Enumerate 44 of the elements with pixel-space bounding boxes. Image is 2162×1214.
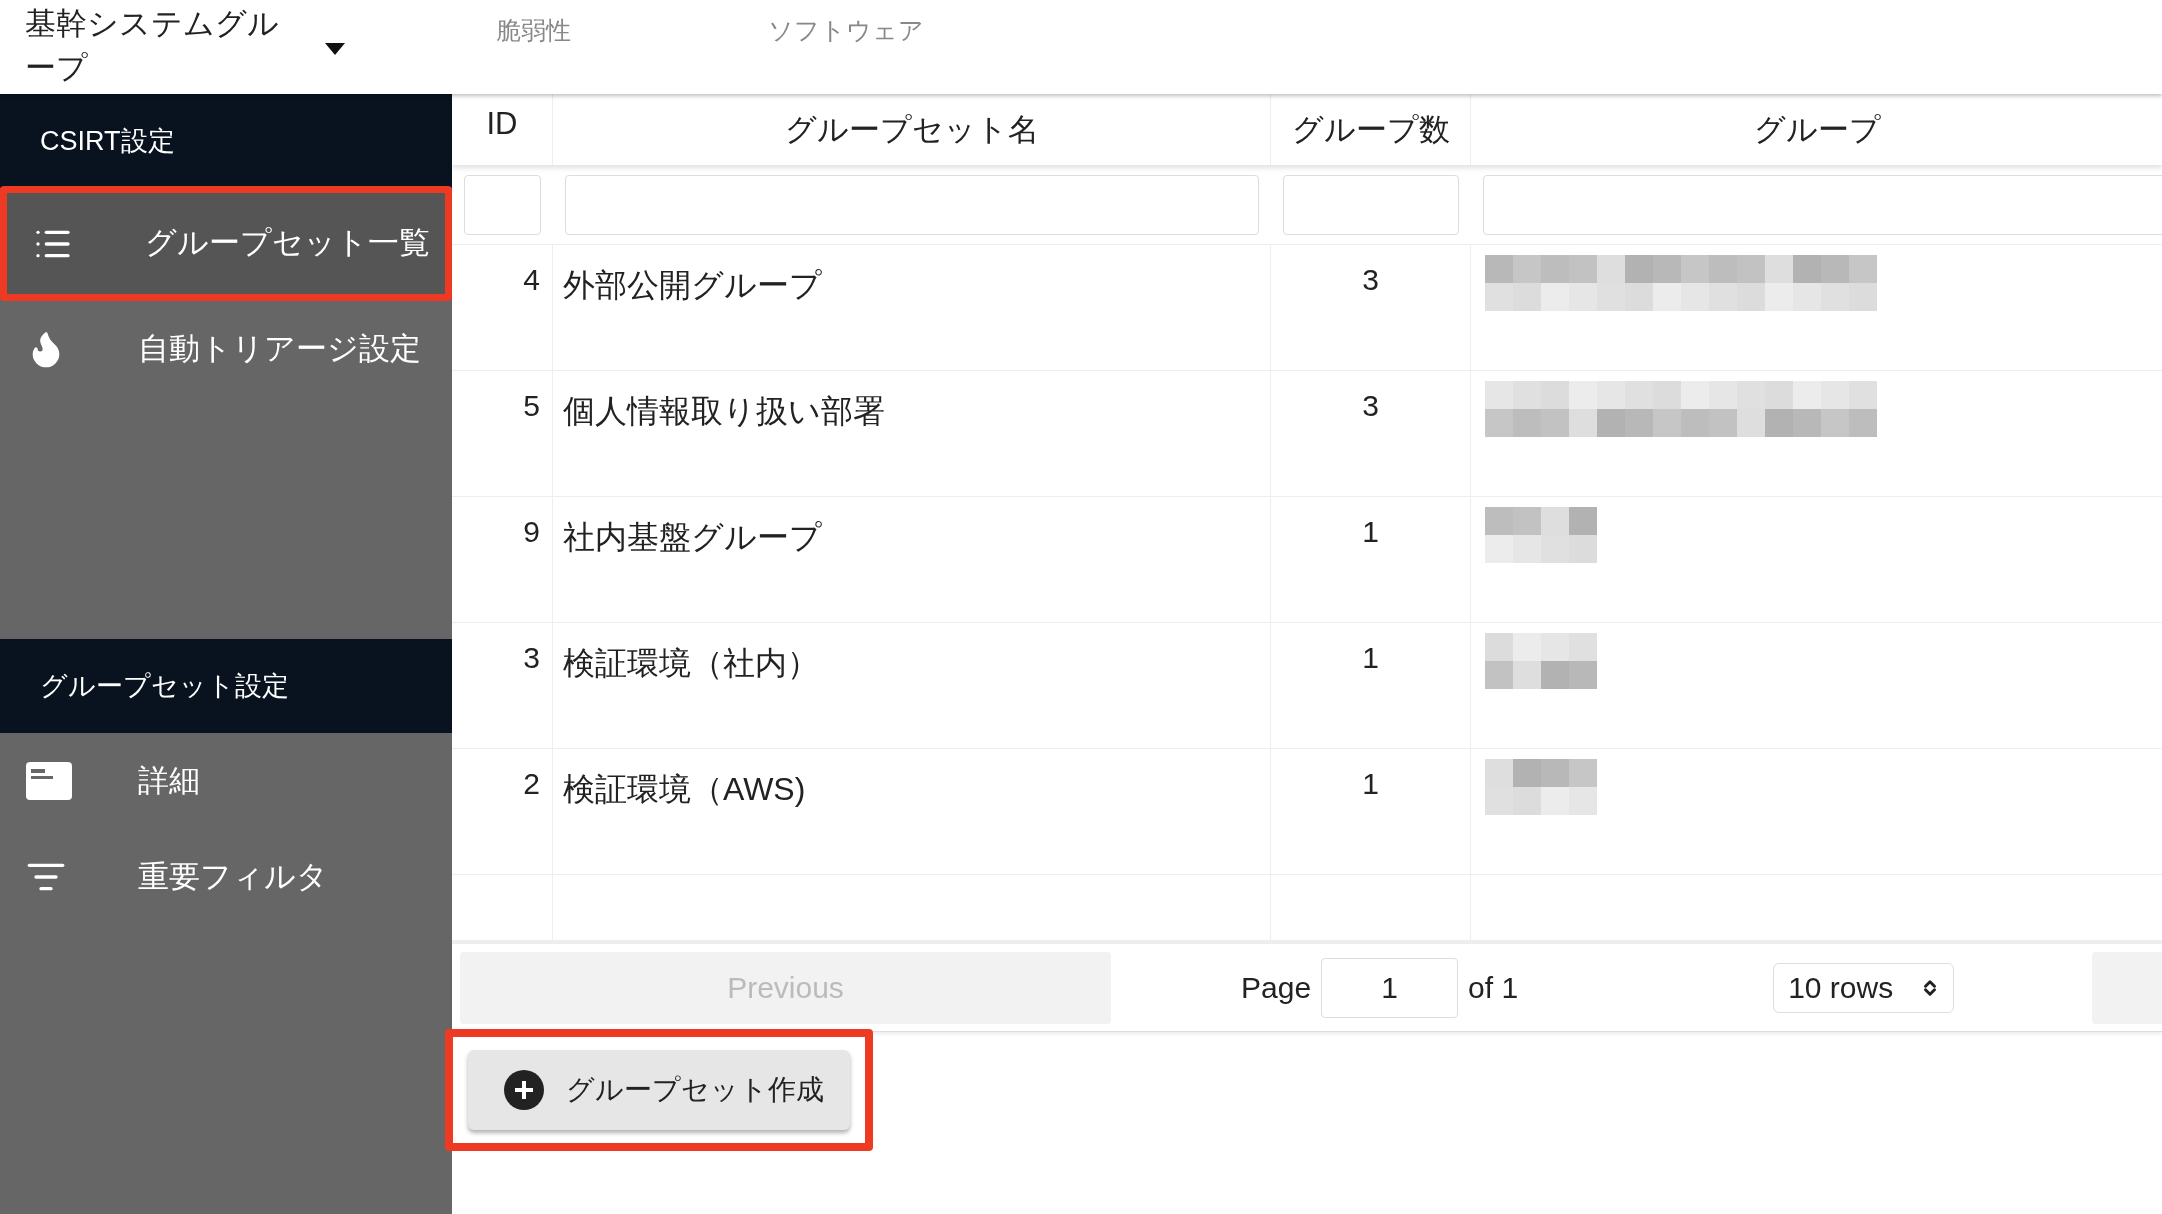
id-cell-text: 4: [523, 262, 540, 297]
column-header: ID: [486, 105, 518, 144]
caret-icon: [325, 43, 345, 55]
filter-field[interactable]: [565, 174, 1259, 235]
table-row[interactable]: 4 外部公開グループ 3: [452, 245, 2162, 371]
column-header: グループセット名: [784, 111, 1039, 150]
id-cell-text: 5: [523, 388, 540, 423]
sidebar-item[interactable]: 自動トリアージ設定: [0, 301, 452, 397]
name-cell: 検証環境（AWS): [563, 771, 806, 807]
column-header: グループ数: [1291, 111, 1450, 150]
group-selector[interactable]: 基幹システムグループ: [0, 0, 452, 90]
card-icon: [26, 762, 72, 800]
table-row[interactable]: 5 個人情報取り扱い部署 3: [452, 371, 2162, 497]
section-title: CSIRT設定: [40, 124, 175, 158]
name-cell: 社内基盤グループ: [563, 519, 822, 555]
rows-select[interactable]: 10 rows: [1773, 962, 1955, 1013]
table-row[interactable]: 9 社内基盤グループ 1: [452, 497, 2162, 623]
page-label: Page: [1241, 970, 1312, 1006]
id-cell-text: 2: [523, 766, 540, 801]
name-cell: 個人情報取り扱い部署: [563, 393, 885, 429]
name-cell: 検証環境（社内）: [563, 645, 819, 681]
sidebar-item[interactable]: 重要フィルタ: [0, 829, 452, 925]
count-cell-text: 3: [1362, 262, 1379, 297]
count-cell-text: 3: [1362, 388, 1379, 423]
id-cell-text: 9: [523, 514, 540, 549]
page-field[interactable]: 1: [1321, 957, 1459, 1018]
table-row[interactable]: 2 検証環境（AWS) 1: [452, 749, 2162, 875]
plus-icon: [504, 1070, 544, 1110]
nav-tab[interactable]: 脆弱性: [490, 12, 577, 50]
section-title: グループセット設定: [40, 669, 289, 703]
filter-field[interactable]: [464, 174, 541, 235]
table-row[interactable]: 3 検証環境（社内） 1: [452, 623, 2162, 749]
nav-tab[interactable]: ソフトウェア: [762, 12, 930, 50]
count-cell-text: 1: [1362, 514, 1379, 549]
id-cell-text: 3: [523, 640, 540, 675]
page-count: of 1: [1468, 970, 1519, 1006]
count-cell-text: 1: [1362, 766, 1379, 801]
column-header: グループ: [1753, 111, 1881, 150]
count-cell-text: 1: [1362, 640, 1379, 675]
sidebar-item[interactable]: グループセット一覧: [7, 193, 445, 294]
filter-field[interactable]: [1283, 174, 1459, 235]
name-cell: 外部公開グループ: [563, 267, 822, 303]
sidebar-item[interactable]: 詳細: [0, 733, 452, 829]
create-group-set-button[interactable]: グループセット作成: [468, 1050, 850, 1130]
